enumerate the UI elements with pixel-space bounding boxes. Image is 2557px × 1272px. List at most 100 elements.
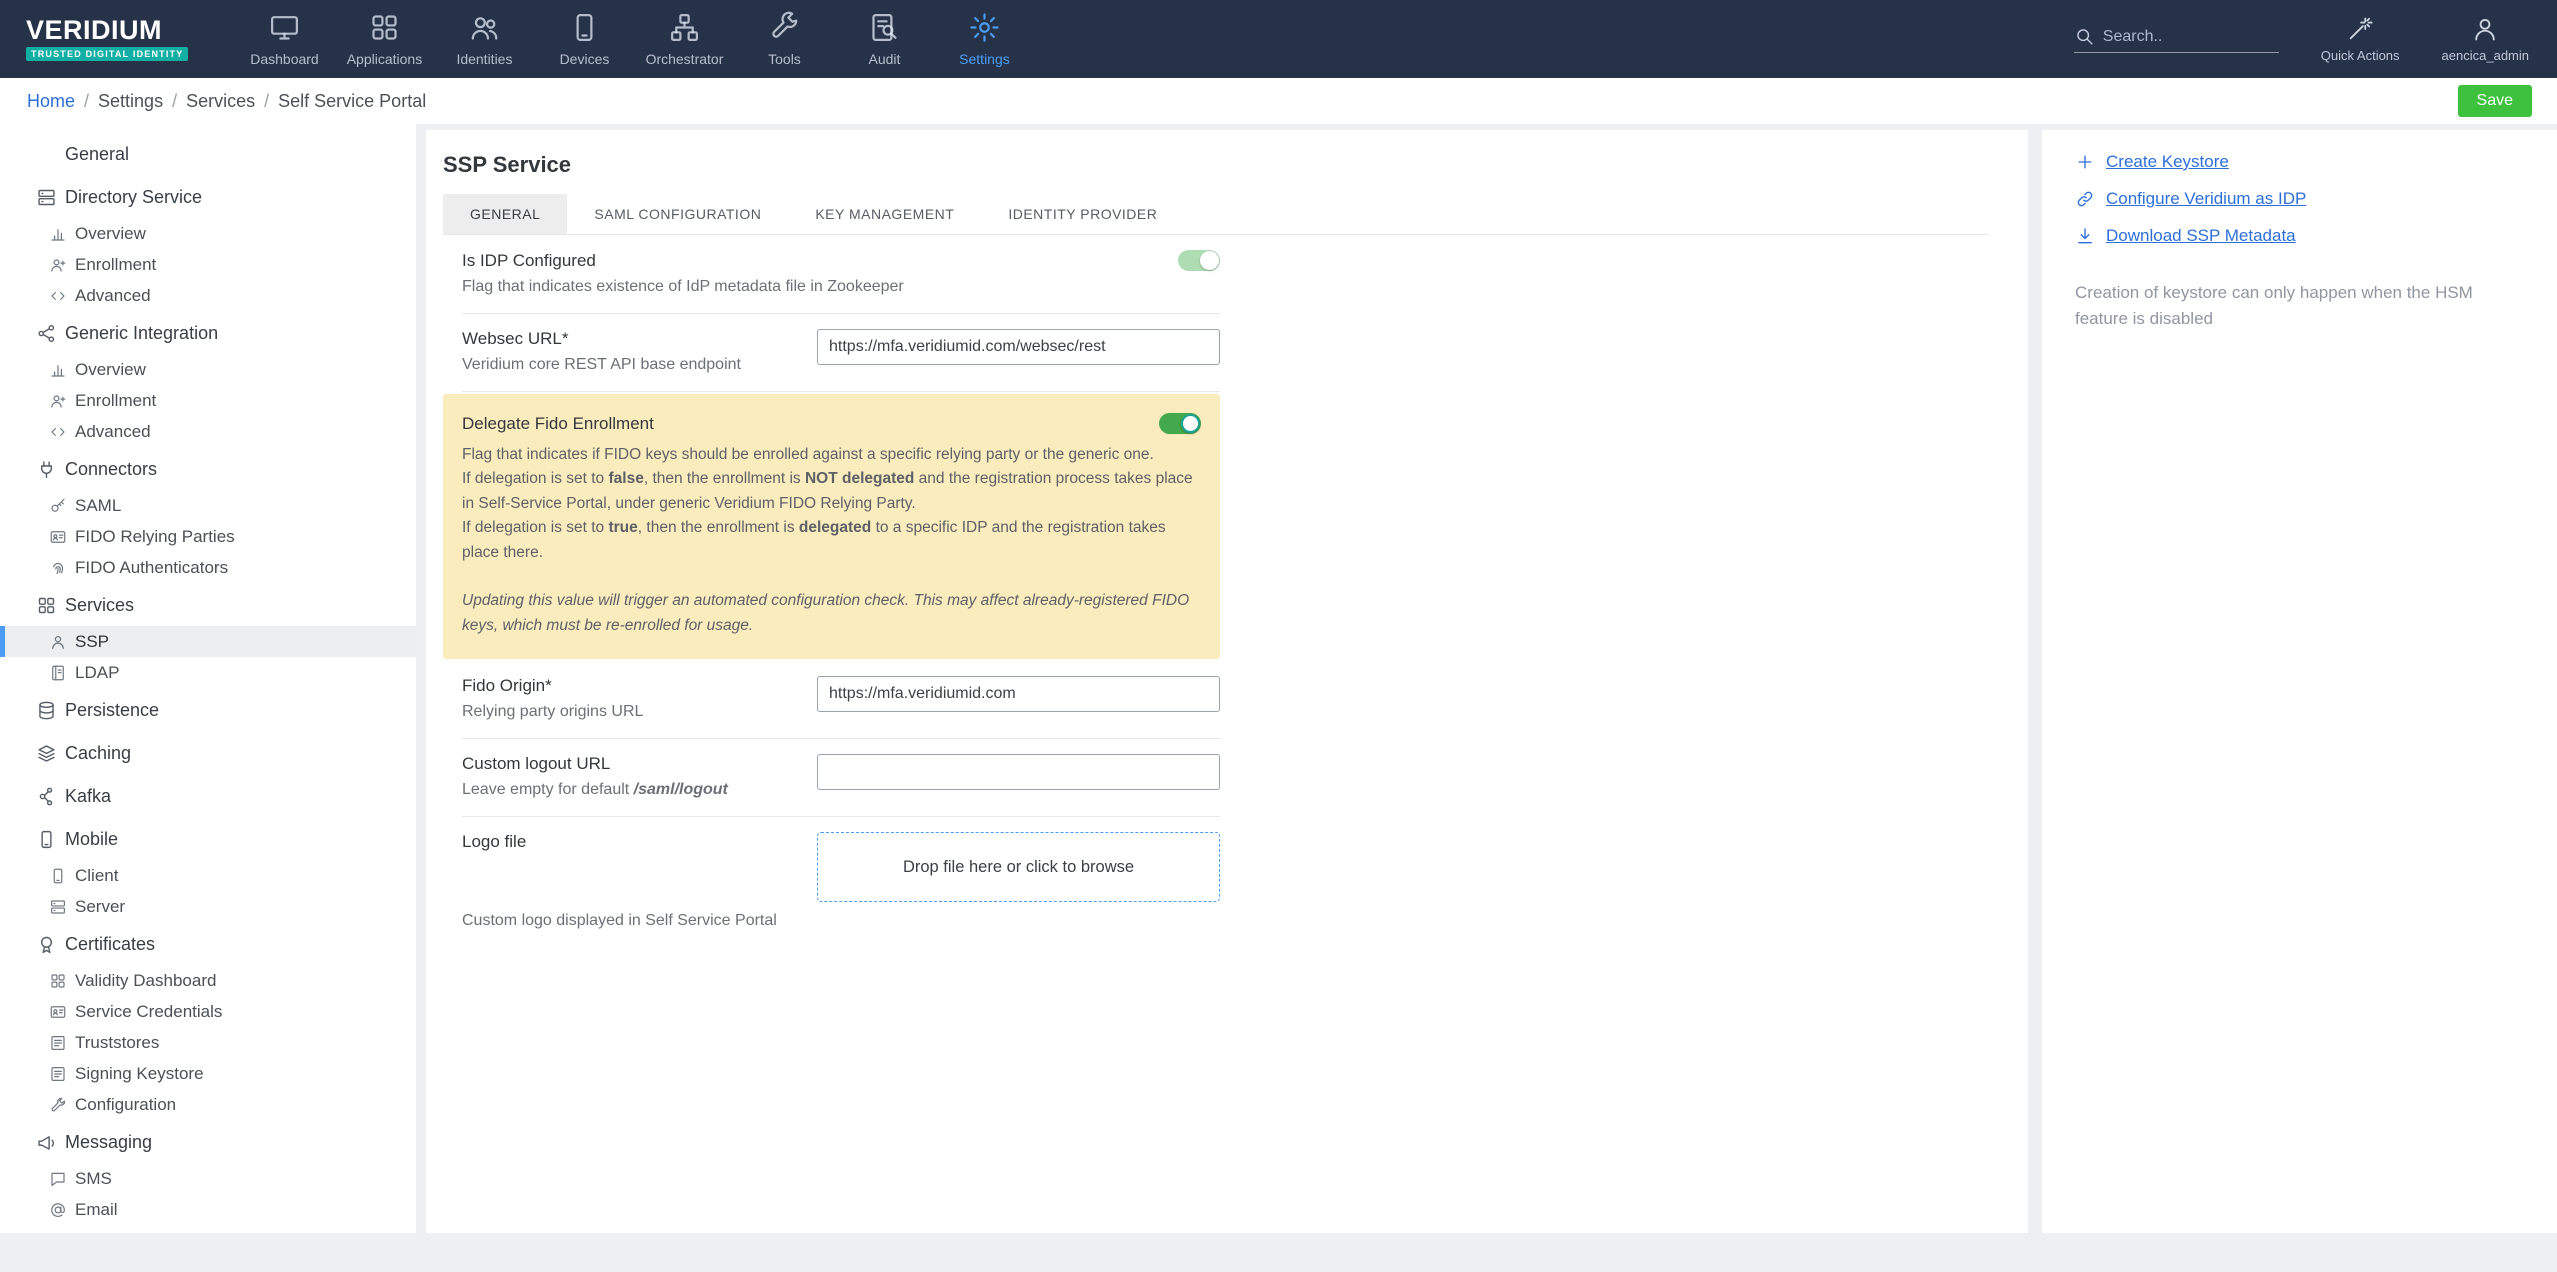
sidebar-item-label: Email [75,1200,118,1219]
sidebar-item-label: Mobile [65,829,119,849]
save-button[interactable]: Save [2457,85,2532,117]
nav-audit[interactable]: Audit [834,0,934,78]
custom-logout-input[interactable] [817,754,1220,791]
at-icon [49,1201,67,1219]
nav-orchestrator[interactable]: Orchestrator [634,0,734,78]
sidebar-item-label: SMS [75,1169,112,1188]
sidebar-item-service-credentials[interactable]: Service Credentials [0,996,416,1027]
sidebar-item-mobile[interactable]: Mobile [0,819,416,860]
sidebar-item-fido-authenticators[interactable]: FIDO Authenticators [0,552,416,583]
sidebar-item-ssp[interactable]: SSP [0,626,416,657]
sidebar-item-saml[interactable]: SAML [0,490,416,521]
plug-icon [36,459,57,480]
integration-icon [36,323,57,344]
panel-link-label: Configure Veridium as IDP [2106,189,2307,208]
websec-url-label: Websec URL* [462,329,569,348]
crumb-settings[interactable]: Settings [98,91,163,112]
sidebar-item-label: Services [65,595,135,615]
link-icon [2075,189,2095,209]
search-input[interactable] [2102,27,2279,46]
nav-devices[interactable]: Devices [534,0,634,78]
sidebar-item-general[interactable]: General [0,134,416,175]
breadcrumb-bar: Home / Settings / Services / Self Service Port… [0,78,2557,124]
sidebar-item-label: LDAP [75,663,120,682]
fido-origin-input[interactable] [817,676,1220,713]
sidebar-item-kafka[interactable]: Kafka [0,776,416,817]
tab-identity-provider[interactable]: IDENTITY PROVIDER [981,194,1184,234]
sidebar-item-validity-dashboard[interactable]: Validity Dashboard [0,965,416,996]
sidebar-item-connectors[interactable]: Connectors [0,449,416,490]
crumb-services[interactable]: Services [186,91,255,112]
custom-logout-label: Custom logout URL [462,754,611,774]
nav-dashboard[interactable]: Dashboard [234,0,334,78]
enrollment-icon [49,392,67,410]
code-icon [49,423,67,441]
nav-tools[interactable]: Tools [734,0,834,78]
sidebar-item-client[interactable]: Client [0,860,416,891]
nav-applications[interactable]: Applications [334,0,434,78]
configure-veridium-as-idp-link[interactable]: Configure Veridium as IDP [2075,189,2521,209]
book-icon [49,664,67,682]
chart-icon [49,361,67,379]
device-icon [568,11,601,44]
delegate-fido-toggle[interactable] [1159,413,1201,434]
topbar-right: Quick Actions aencica_admin [2073,15,2529,63]
download-ssp-metadata-link[interactable]: Download SSP Metadata [2075,226,2521,246]
nav-label: Applications [346,51,423,67]
ssp-general-form: Is IDP Configured Flag that indicates ex… [443,235,1220,947]
sidebar-item-ldap[interactable]: LDAP [0,657,416,688]
certificate-icon [36,934,57,955]
sidebar-item-overview[interactable]: Overview [0,354,416,385]
logo-tagline: TRUSTED DIGITAL IDENTITY [26,46,189,61]
sidebar-item-certificates[interactable]: Certificates [0,924,416,965]
sidebar-item-messaging[interactable]: Messaging [0,1122,416,1163]
tab-general[interactable]: GENERAL [443,194,568,234]
settings-sidebar: General Directory Service Overview Enrollme… [0,124,416,1233]
sidebar-item-generic-integration[interactable]: Generic Integration [0,313,416,354]
create-keystore-link[interactable]: Create Keystore [2075,152,2521,172]
sidebar-item-sms[interactable]: SMS [0,1163,416,1194]
people-icon [468,11,501,44]
sidebar-item-configuration[interactable]: Configuration [0,1089,416,1120]
sidebar-item-server[interactable]: Server [0,891,416,922]
sidebar-item-services[interactable]: Services [0,585,416,626]
sidebar-item-advanced[interactable]: Advanced [0,416,416,447]
sidebar-item-advanced[interactable]: Advanced [0,280,416,311]
logo-dropzone[interactable]: Drop file here or click to browse [817,832,1220,903]
sidebar-item-overview[interactable]: Overview [0,218,416,249]
fingerprint-icon [49,559,67,577]
sidebar-item-label: FIDO Relying Parties [75,527,235,546]
sidebar-item-enrollment[interactable]: Enrollment [0,249,416,280]
websec-url-description: Veridium core REST API base endpoint [462,356,741,373]
sidebar-item-persistence[interactable]: Persistence [0,690,416,731]
veridium-logo[interactable]: VERIDIUM TRUSTED DIGITAL IDENTITY [26,16,189,62]
is-idp-configured-toggle[interactable] [1178,250,1220,271]
sidebar-item-email[interactable]: Email [0,1194,416,1225]
top-bar: VERIDIUM TRUSTED DIGITAL IDENTITY Dashbo… [0,0,2557,78]
mobile-icon [36,829,57,850]
websec-url-input[interactable] [817,329,1220,365]
sidebar-item-label: Messaging [65,1132,153,1152]
sidebar-item-truststores[interactable]: Truststores [0,1027,416,1058]
user-menu[interactable]: aencica_admin [2442,15,2529,63]
sidebar-item-label: Service Credentials [75,1002,223,1021]
logo-file-label: Logo file [462,832,527,852]
code-icon [49,287,67,305]
nav-settings[interactable]: Settings [934,0,1034,78]
sidebar-item-enrollment[interactable]: Enrollment [0,385,416,416]
sidebar-item-fido-relying-parties[interactable]: FIDO Relying Parties [0,521,416,552]
tab-saml-configuration[interactable]: SAML CONFIGURATION [567,194,788,234]
is-idp-configured-label: Is IDP Configured [462,250,596,270]
nav-identities[interactable]: Identities [434,0,534,78]
key-icon [49,497,67,515]
sidebar-item-signing-keystore[interactable]: Signing Keystore [0,1058,416,1089]
id-card-icon [49,528,67,546]
custom-logout-description: Leave empty for default /saml/logout [462,781,728,799]
tab-key-management[interactable]: KEY MANAGEMENT [788,194,981,234]
quick-actions-button[interactable]: Quick Actions [2321,15,2400,63]
tab-bar: GENERAL SAML CONFIGURATION KEY MANAGEMENT I… [443,194,1988,235]
sidebar-item-directory-service[interactable]: Directory Service [0,177,416,218]
crumb-home[interactable]: Home [27,91,75,112]
sidebar-item-caching[interactable]: Caching [0,733,416,774]
global-search[interactable] [2073,26,2279,53]
